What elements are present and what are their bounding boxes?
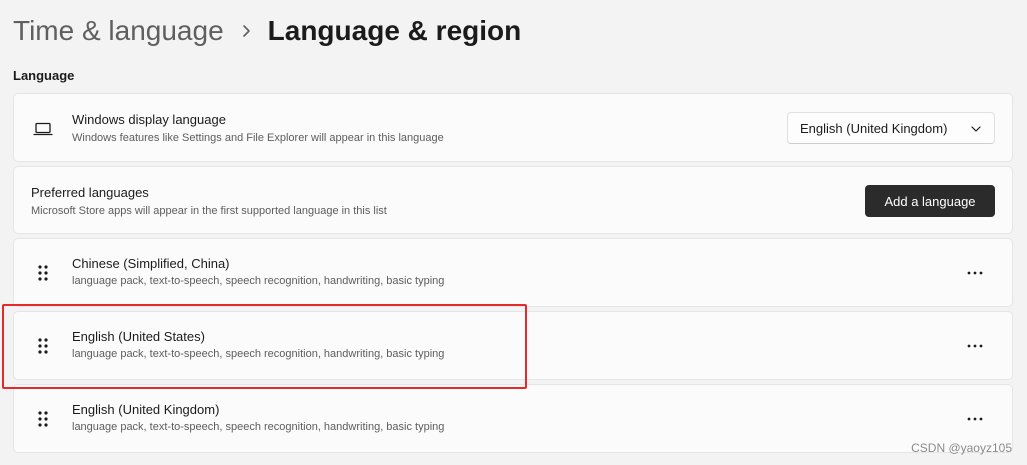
language-features: language pack, text-to-speech, speech re… — [72, 421, 445, 433]
language-name: English (United Kingdom) — [72, 402, 220, 417]
display-language-subtitle: Windows features like Settings and File … — [72, 132, 444, 144]
drag-handle-icon[interactable] — [32, 408, 54, 430]
drag-handle-icon[interactable] — [32, 262, 54, 284]
language-name: Chinese (Simplified, China) — [72, 256, 230, 271]
add-language-button[interactable]: Add a language — [865, 185, 995, 217]
language-features: language pack, text-to-speech, speech re… — [72, 275, 445, 287]
language-row-chinese-simplified-china[interactable]: Chinese (Simplified, China) language pac… — [13, 238, 1013, 307]
preferred-languages-title: Preferred languages — [31, 185, 149, 200]
display-language-card: Windows display language Windows feature… — [13, 93, 1013, 162]
preferred-languages-card: Preferred languages Microsoft Store apps… — [13, 166, 1013, 234]
laptop-icon — [32, 118, 54, 140]
breadcrumb-parent-time-and-language[interactable]: Time & language — [13, 10, 224, 52]
language-row-english-united-states[interactable]: English (United States) language pack, t… — [13, 311, 1013, 380]
display-language-title: Windows display language — [72, 112, 226, 127]
drag-handle-icon[interactable] — [32, 335, 54, 357]
chevron-right-icon — [224, 10, 268, 52]
breadcrumb: Time & language Language & region — [13, 10, 521, 52]
section-heading-language: Language — [13, 68, 75, 83]
more-options-icon[interactable] — [960, 258, 990, 288]
chevron-down-icon — [970, 123, 982, 135]
language-row-english-united-kingdom[interactable]: English (United Kingdom) language pack, … — [13, 384, 1013, 453]
more-options-icon[interactable] — [960, 331, 990, 361]
more-options-icon[interactable] — [960, 404, 990, 434]
language-name: English (United States) — [72, 329, 205, 344]
watermark-text: CSDN @yaoyz105 — [911, 441, 1012, 455]
preferred-languages-subtitle: Microsoft Store apps will appear in the … — [31, 205, 387, 217]
language-features: language pack, text-to-speech, speech re… — [72, 348, 445, 360]
page-title: Language & region — [267, 15, 522, 46]
display-language-selected-value: English (United Kingdom) — [800, 120, 948, 136]
display-language-dropdown[interactable]: English (United Kingdom) — [787, 112, 995, 144]
